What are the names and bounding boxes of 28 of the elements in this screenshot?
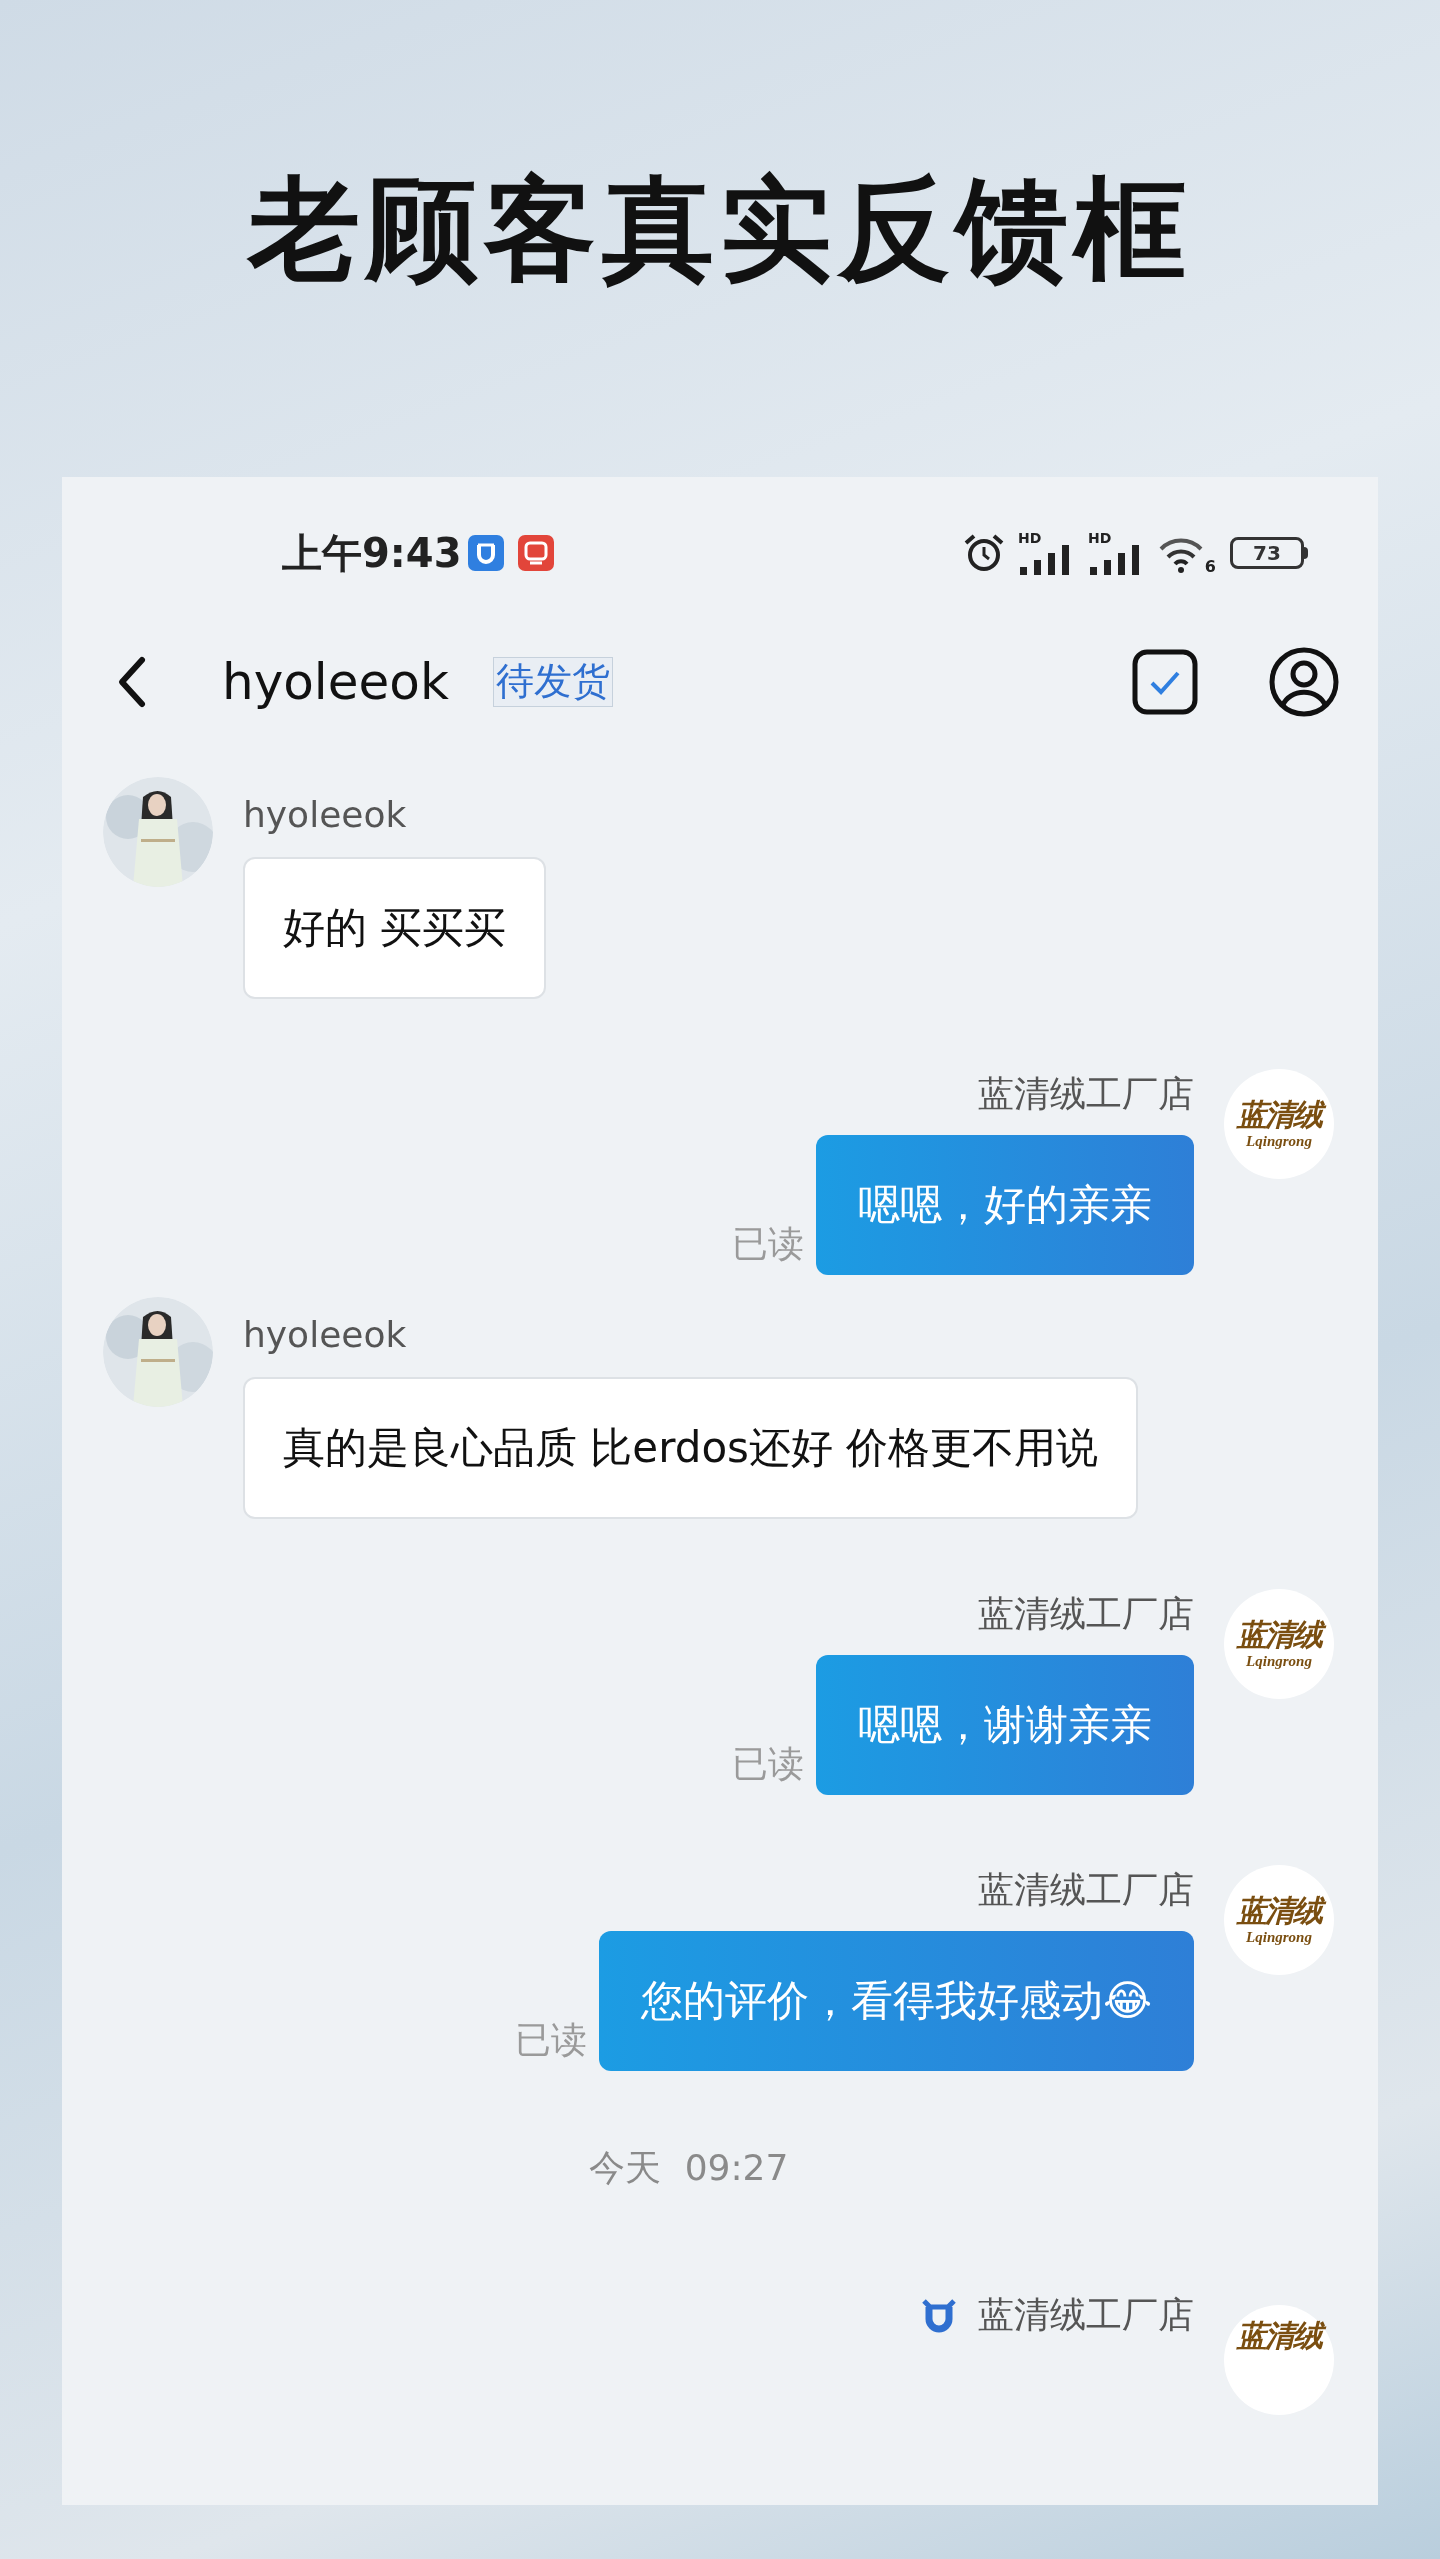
message-bubble: 嗯嗯，谢谢亲亲 [816, 1655, 1194, 1795]
shop-logo-avatar: 蓝清绒 Lqingrong [1224, 1589, 1334, 1699]
read-receipt: 已读 [514, 2018, 587, 2062]
sender-name: hyoleeok [243, 793, 407, 837]
profile-icon[interactable] [1268, 646, 1340, 718]
app-notification-icon [517, 535, 554, 571]
shop-logo-avatar: 蓝清绒 Lqingrong [1224, 1865, 1334, 1975]
page-title: 老顾客真实反馈框 [248, 161, 1192, 296]
date-label: 今天 [588, 2146, 661, 2190]
checkbox-icon[interactable] [1132, 649, 1198, 715]
read-receipt: 已读 [732, 1742, 804, 1786]
contact-name: hyoleeok [222, 651, 449, 713]
sender-name: 蓝清绒工厂店 [978, 1072, 1194, 1116]
order-status-tag: 待发货 [492, 657, 613, 707]
shop-logo-avatar: 蓝清绒 [1224, 2305, 1334, 2415]
sender-name: hyoleeok [243, 1313, 407, 1357]
sender-name: 蓝清绒工厂店 [978, 1592, 1194, 1636]
message-bubble: 嗯嗯，好的亲亲 [816, 1135, 1194, 1275]
time-label: 09:27 [684, 2146, 789, 2190]
shop-logo-avatar: 蓝清绒 Lqingrong [1224, 1069, 1334, 1179]
sender-name: 蓝清绒工厂店 [978, 2293, 1194, 2337]
read-receipt: 已读 [732, 1222, 804, 1266]
message-bubble: 真的是良心品质 比erdos还好 价格更不用说 [243, 1377, 1139, 1519]
message-bubble: 好的 买买买 [243, 857, 547, 999]
app-notification-icon [467, 535, 504, 571]
sender-name: 蓝清绒工厂店 [978, 1868, 1194, 1912]
status-time: 上午9:43 [282, 529, 462, 578]
message-bubble: 您的评价，看得我好感动😂 [598, 1931, 1194, 2071]
